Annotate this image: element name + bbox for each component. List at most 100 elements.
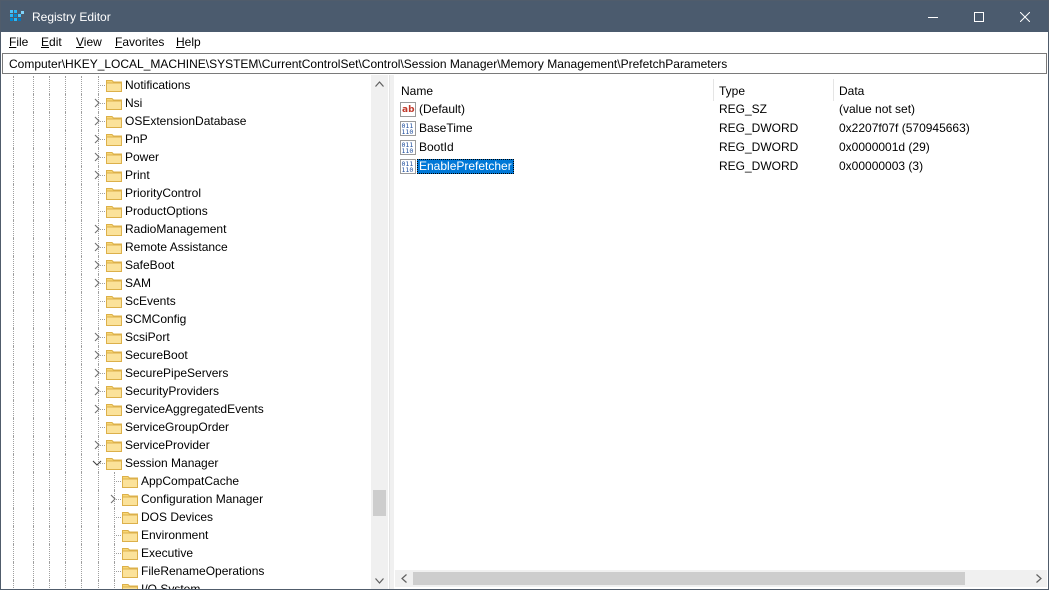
tree-item[interactable]: Configuration Manager — [1, 490, 371, 508]
column-header-type[interactable]: Type — [713, 79, 833, 101]
values-scroll-thumb[interactable] — [413, 572, 965, 585]
chevron-right-icon[interactable] — [92, 332, 102, 342]
scroll-left-button[interactable] — [395, 570, 412, 587]
chevron-right-icon[interactable] — [92, 134, 102, 144]
tree-guide-line — [98, 508, 99, 526]
tree-item[interactable]: Executive — [1, 544, 371, 562]
tree-guide-line — [49, 562, 50, 580]
pane-splitter[interactable] — [389, 75, 394, 589]
menu-view[interactable]: View — [76, 35, 102, 49]
value-name[interactable]: BootId — [417, 140, 456, 155]
chevron-right-icon[interactable] — [92, 386, 102, 396]
value-name[interactable]: BaseTime — [417, 121, 475, 136]
tree-guide-line — [65, 130, 66, 148]
value-row[interactable]: 011 110 BootId REG_DWORD 0x0000001d (29) — [395, 138, 1047, 157]
chevron-right-icon[interactable] — [92, 152, 102, 162]
tree-guide-line — [33, 382, 34, 400]
tree-item[interactable]: ServiceProvider — [1, 436, 371, 454]
chevron-right-icon[interactable] — [92, 224, 102, 234]
chevron-down-icon[interactable] — [92, 458, 102, 468]
tree-guide-line — [65, 508, 66, 526]
folder-icon — [106, 296, 122, 308]
tree-item[interactable]: Remote Assistance — [1, 238, 371, 256]
tree-item[interactable]: I/O System — [1, 580, 371, 589]
menu-favorites[interactable]: Favorites — [115, 35, 164, 49]
tree-item[interactable]: DOS Devices — [1, 508, 371, 526]
tree-item[interactable]: OSExtensionDatabase — [1, 112, 371, 130]
chevron-right-icon[interactable] — [92, 116, 102, 126]
tree-guide-line — [13, 184, 14, 202]
tree-item[interactable]: SecurityProviders — [1, 382, 371, 400]
folder-icon — [106, 152, 122, 164]
values-horizontal-scrollbar[interactable] — [395, 570, 1047, 587]
tree-item[interactable]: SecurePipeServers — [1, 364, 371, 382]
tree-item[interactable]: Session Manager — [1, 454, 371, 472]
value-row[interactable]: ab (Default) REG_SZ (value not set) — [395, 100, 1047, 119]
tree-item[interactable]: ServiceGroupOrder — [1, 418, 371, 436]
tree-guide-line — [65, 454, 66, 472]
chevron-right-icon[interactable] — [92, 260, 102, 270]
value-row[interactable]: 011 110 EnablePrefetcher REG_DWORD 0x0000000… — [395, 157, 1047, 176]
tree-guide-line — [81, 76, 82, 94]
chevron-right-icon[interactable] — [92, 98, 102, 108]
scroll-down-button[interactable] — [371, 572, 388, 589]
chevron-right-icon[interactable] — [92, 170, 102, 180]
tree-item[interactable]: ServiceAggregatedEvents — [1, 400, 371, 418]
scroll-up-button[interactable] — [371, 75, 388, 92]
value-row[interactable]: 011 110 BaseTime REG_DWORD 0x2207f07f (57094… — [395, 119, 1047, 138]
tree-item[interactable]: ScsiPort — [1, 328, 371, 346]
close-button[interactable] — [1002, 1, 1048, 32]
tree-item-label: SCMConfig — [125, 312, 187, 326]
column-header-data[interactable]: Data — [833, 79, 1043, 101]
title-bar[interactable]: Registry Editor — [1, 1, 1048, 32]
tree-item[interactable]: Environment — [1, 526, 371, 544]
tree-item[interactable]: SafeBoot — [1, 256, 371, 274]
maximize-icon — [974, 11, 984, 22]
value-type: REG_SZ — [719, 102, 768, 116]
tree-item[interactable]: SCMConfig — [1, 310, 371, 328]
chevron-right-icon[interactable] — [92, 404, 102, 414]
tree-guide-line — [49, 508, 50, 526]
tree-item[interactable]: FileRenameOperations — [1, 562, 371, 580]
column-header-name[interactable]: Name — [395, 79, 713, 101]
tree-guide-line — [33, 292, 34, 310]
tree-item[interactable]: PriorityControl — [1, 184, 371, 202]
chevron-right-icon[interactable] — [92, 278, 102, 288]
chevron-right-icon[interactable] — [92, 350, 102, 360]
tree-item[interactable]: Notifications — [1, 76, 371, 94]
key-tree-pane[interactable]: Notifications Nsi OSExtensionDatabase PnP Po… — [1, 75, 389, 589]
address-bar[interactable]: Computer\HKEY_LOCAL_MACHINE\SYSTEM\Curre… — [2, 53, 1047, 74]
chevron-right-icon[interactable] — [92, 440, 102, 450]
chevron-right-icon[interactable] — [92, 242, 102, 252]
chevron-right-icon[interactable] — [92, 368, 102, 378]
tree-item[interactable]: Nsi — [1, 94, 371, 112]
tree-item[interactable]: ProductOptions — [1, 202, 371, 220]
tree-item[interactable]: Power — [1, 148, 371, 166]
tree-scroll-thumb[interactable] — [373, 490, 386, 516]
menu-help[interactable]: Help — [176, 35, 201, 49]
value-name[interactable]: EnablePrefetcher — [417, 159, 514, 174]
tree-vertical-scrollbar[interactable] — [371, 75, 388, 589]
scroll-right-button[interactable] — [1030, 570, 1047, 587]
tree-item[interactable]: SecureBoot — [1, 346, 371, 364]
tree-item[interactable]: PnP — [1, 130, 371, 148]
menu-file[interactable]: File — [9, 35, 28, 49]
tree-item-label: I/O System — [141, 582, 201, 589]
values-list-pane[interactable]: Name Type Data ab (Default) REG_SZ (value n… — [395, 75, 1047, 589]
tree-guide-line — [13, 202, 14, 220]
value-data: 0x00000003 (3) — [839, 159, 924, 173]
tree-item[interactable]: RadioManagement — [1, 220, 371, 238]
tree-item[interactable]: SAM — [1, 274, 371, 292]
tree-guide-line — [33, 310, 34, 328]
maximize-button[interactable] — [956, 1, 1002, 32]
tree-item[interactable]: Print — [1, 166, 371, 184]
tree-item[interactable]: ScEvents — [1, 292, 371, 310]
tree-item[interactable]: AppCompatCache — [1, 472, 371, 490]
value-name[interactable]: (Default) — [417, 102, 467, 117]
tree-guide-line — [49, 310, 50, 328]
minimize-button[interactable] — [910, 1, 956, 32]
chevron-up-icon — [375, 80, 384, 87]
chevron-right-icon[interactable] — [108, 494, 118, 504]
menu-edit[interactable]: Edit — [41, 35, 62, 49]
value-data: 0x2207f07f (570945663) — [839, 121, 970, 135]
